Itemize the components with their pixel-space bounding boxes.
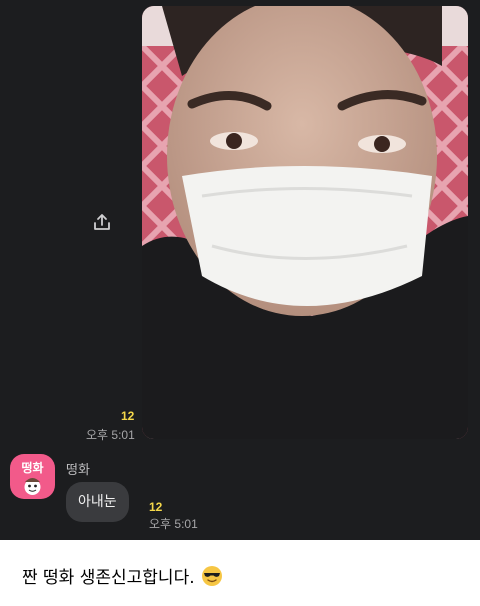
- share-button[interactable]: [86, 206, 118, 238]
- message-time: 오후 5:01: [149, 517, 198, 531]
- sender-name: 떵화: [66, 463, 90, 478]
- unread-count: 12: [149, 500, 163, 514]
- message-time: 오후 5:01: [86, 428, 135, 442]
- photo-message[interactable]: [142, 6, 468, 439]
- caption-text: 짠 떵화 생존신고합니다.: [22, 568, 195, 588]
- selfie-photo: [142, 6, 468, 439]
- character-icon: [24, 478, 41, 495]
- share-icon: [94, 214, 110, 230]
- sunglasses-emoji-icon: [201, 565, 222, 586]
- unread-count: 12: [121, 409, 135, 423]
- caption: 짠 떵화 생존신고합니다.: [22, 563, 223, 588]
- message-bubble[interactable]: 아내눈: [66, 482, 129, 522]
- chat-area: 12 오후 5:01 떵화 떵화 아내눈 12 오후 5:01: [0, 0, 480, 540]
- avatar[interactable]: 떵화: [10, 454, 55, 499]
